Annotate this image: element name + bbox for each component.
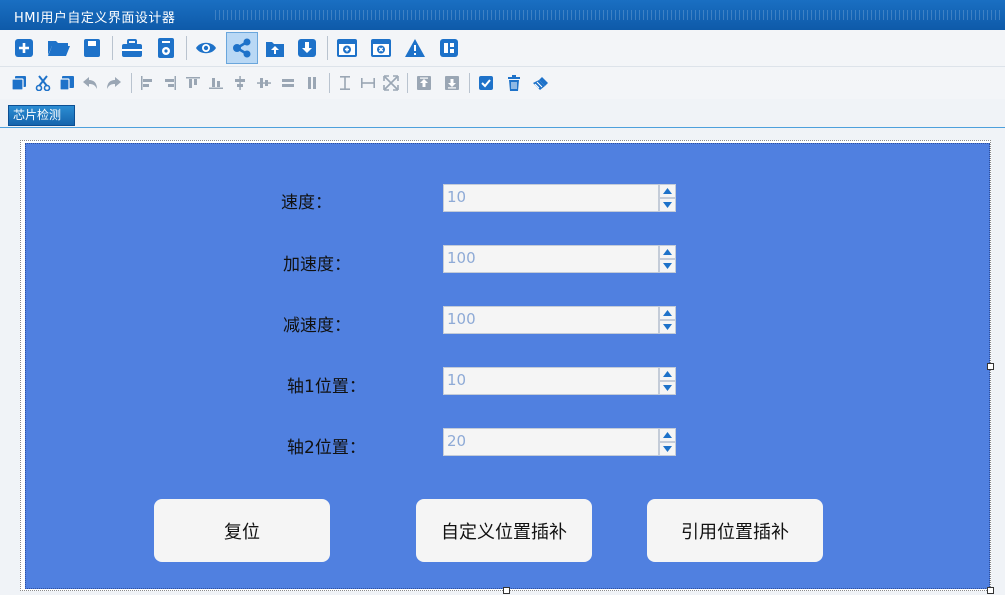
distribute-v-icon[interactable]: [277, 72, 299, 94]
align-top-icon[interactable]: [182, 72, 204, 94]
spin-down-arrow-icon[interactable]: [659, 198, 676, 212]
align-left-icon[interactable]: [136, 72, 158, 94]
same-height-icon[interactable]: [334, 72, 356, 94]
acceleration-label: 加速度：: [283, 255, 351, 275]
axis1-position-spinbox[interactable]: 10: [443, 367, 676, 395]
layout-icon[interactable]: [435, 34, 463, 62]
axis1-position-input[interactable]: 10: [443, 367, 659, 395]
align-center-h-icon[interactable]: [253, 72, 275, 94]
resize-handle-bottom[interactable]: [503, 587, 510, 594]
axis1-position-label: 轴1位置：: [287, 377, 366, 397]
same-width-icon[interactable]: [357, 72, 379, 94]
axis2-position-label: 轴2位置：: [287, 438, 366, 458]
add-window-icon[interactable]: [333, 34, 361, 62]
spin-up-arrow-icon[interactable]: [659, 367, 676, 381]
align-bottom-icon[interactable]: [205, 72, 227, 94]
spin-up-arrow-icon[interactable]: [659, 245, 676, 259]
spin-up-arrow-icon[interactable]: [659, 184, 676, 198]
spin-down-arrow-icon[interactable]: [659, 442, 676, 456]
axis2-position-spinbox[interactable]: 20: [443, 428, 676, 456]
edit-toolbar: [0, 67, 1005, 99]
deceleration-label: 减速度：: [283, 316, 351, 336]
bring-front-icon[interactable]: [413, 72, 435, 94]
check-icon[interactable]: [475, 72, 497, 94]
copy-icon[interactable]: [8, 72, 30, 94]
share-icon[interactable]: [226, 32, 258, 64]
warning-icon[interactable]: [401, 34, 429, 62]
upload-icon[interactable]: [261, 34, 289, 62]
resize-handle-right[interactable]: [987, 363, 994, 370]
brush-icon[interactable]: [530, 72, 552, 94]
reference-position-interpolation-button[interactable]: 引用位置插补: [647, 499, 823, 562]
new-file-icon[interactable]: [10, 34, 38, 62]
download-icon[interactable]: [293, 34, 321, 62]
send-back-icon[interactable]: [441, 72, 463, 94]
spin-down-arrow-icon[interactable]: [659, 259, 676, 273]
spin-down-arrow-icon[interactable]: [659, 381, 676, 395]
tab-chip-detection[interactable]: 芯片检测: [8, 105, 75, 126]
close-window-icon[interactable]: [367, 34, 395, 62]
toolbox-icon[interactable]: [118, 34, 146, 62]
delete-icon[interactable]: [503, 72, 525, 94]
speed-label: 速度：: [281, 193, 332, 213]
deceleration-spinbox[interactable]: 100: [443, 306, 676, 334]
settings-doc-icon[interactable]: [152, 34, 180, 62]
align-right-icon[interactable]: [159, 72, 181, 94]
speed-spinbox[interactable]: 10: [443, 184, 676, 212]
document-tabs: 芯片检测: [0, 99, 1005, 128]
distribute-h-icon[interactable]: [301, 72, 323, 94]
resize-handle-corner[interactable]: [987, 587, 994, 594]
title-bar: HMI用户自定义界面设计器: [0, 0, 1005, 30]
acceleration-spinbox[interactable]: 100: [443, 245, 676, 273]
align-center-v-icon[interactable]: [229, 72, 251, 94]
redo-icon[interactable]: [103, 72, 125, 94]
custom-position-interpolation-button[interactable]: 自定义位置插补: [416, 499, 592, 562]
spin-up-arrow-icon[interactable]: [659, 428, 676, 442]
save-icon[interactable]: [78, 34, 106, 62]
spin-up-arrow-icon[interactable]: [659, 306, 676, 320]
main-toolbar: [0, 30, 1005, 67]
eye-icon[interactable]: [192, 34, 220, 62]
spin-down-arrow-icon[interactable]: [659, 320, 676, 334]
speed-input[interactable]: 10: [443, 184, 659, 212]
title-bar-pattern: [215, 10, 1001, 20]
deceleration-input[interactable]: 100: [443, 306, 659, 334]
undo-icon[interactable]: [79, 72, 101, 94]
reset-button[interactable]: 复位: [154, 499, 330, 562]
paste-icon[interactable]: [56, 72, 78, 94]
open-folder-icon[interactable]: [45, 34, 73, 62]
window-title: HMI用户自定义界面设计器: [14, 11, 176, 26]
cut-icon[interactable]: [32, 72, 54, 94]
axis2-position-input[interactable]: 20: [443, 428, 659, 456]
same-size-icon[interactable]: [380, 72, 402, 94]
acceleration-input[interactable]: 100: [443, 245, 659, 273]
